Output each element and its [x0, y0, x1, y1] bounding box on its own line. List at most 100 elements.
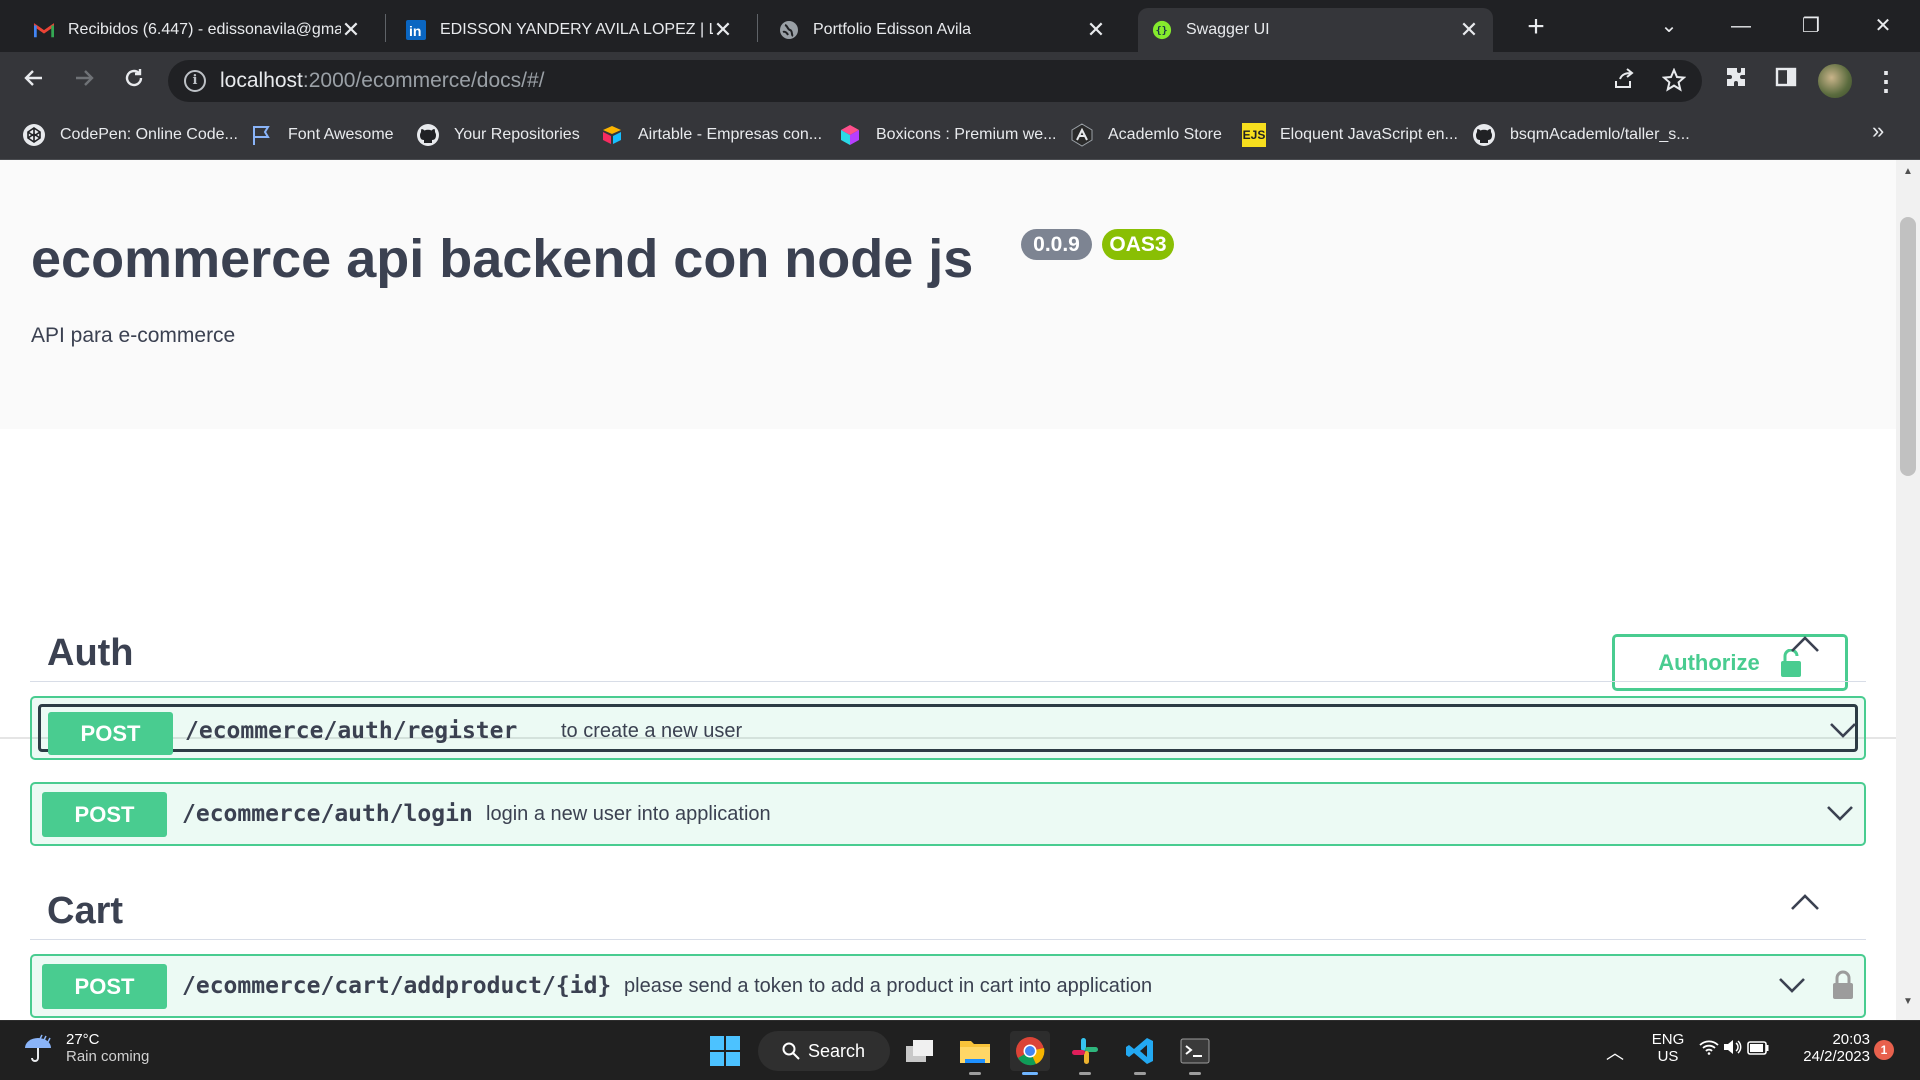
taskbar-chrome[interactable] [1010, 1031, 1050, 1075]
oas-badge: OAS3 [1102, 229, 1174, 260]
github-icon [1472, 123, 1496, 147]
battery-icon [1747, 1041, 1769, 1055]
taskbar-search[interactable]: Search [758, 1031, 890, 1071]
bookmark-eloquent-js[interactable]: EJS Eloquent JavaScript en... [1242, 120, 1458, 150]
bookmark-airtable[interactable]: Airtable - Empresas con... [600, 120, 822, 150]
opblock-post-login[interactable]: POST /ecommerce/auth/login login a new u… [30, 782, 1866, 846]
browser-toolbar: i localhost:2000/ecommerce/docs/#/ ⋮ [0, 52, 1920, 110]
forward-button[interactable] [66, 64, 102, 100]
tab-search-chevron-icon[interactable]: ⌄ [1646, 10, 1692, 42]
tab-title: Swagger UI [1186, 21, 1270, 38]
bookmark-label: Academlo Store [1108, 126, 1222, 143]
tag-auth-header[interactable]: Auth [30, 618, 1866, 682]
tab-portfolio[interactable]: Portfolio Edisson Avila ✕ [765, 8, 1120, 52]
new-tab-button[interactable]: + [1520, 12, 1552, 44]
menu-kebab-icon[interactable]: ⋮ [1870, 65, 1902, 97]
opblock-post-addproduct[interactable]: POST /ecommerce/cart/addproduct/{id} ple… [30, 954, 1866, 1018]
folder-icon [960, 1041, 990, 1063]
bookmark-academlo-store[interactable]: Academlo Store [1070, 120, 1222, 150]
scroll-thumb[interactable] [1900, 217, 1916, 476]
tab-gmail[interactable]: Recibidos (6.447) - edissonavila@gmail.c… [20, 8, 375, 52]
vscode-icon [1126, 1038, 1153, 1064]
start-button[interactable] [705, 1031, 745, 1071]
method-badge: POST [48, 712, 173, 755]
region: US [1657, 1048, 1679, 1065]
chevron-down-icon[interactable] [1778, 976, 1806, 994]
taskbar-file-explorer[interactable] [955, 1031, 995, 1075]
clock[interactable]: 20:03 24/2/2023 [1790, 1031, 1870, 1065]
page-viewport: ecommerce api backend con node js 0.0.9 … [0, 160, 1896, 1020]
api-info: ecommerce api backend con node js 0.0.9 … [0, 160, 1896, 429]
chevron-up-icon[interactable] [1790, 892, 1820, 912]
tab-title: EDISSON YANDERY AVILA LOPEZ | LinkedIn [440, 21, 713, 38]
running-indicator [1134, 1072, 1146, 1075]
tray-overflow-chevron-icon[interactable]: ︿ [1606, 1039, 1624, 1065]
side-panel-icon[interactable] [1770, 65, 1802, 97]
tag-cart-header[interactable]: Cart [30, 876, 1866, 940]
star-icon[interactable] [1661, 67, 1687, 99]
slack-icon [1072, 1038, 1098, 1064]
endpoint-summary: please send a token to add a product in … [624, 975, 1153, 997]
chevron-down-icon[interactable] [1829, 721, 1857, 739]
task-view-button[interactable] [900, 1031, 940, 1071]
back-button[interactable] [16, 64, 52, 100]
tab-linkedin[interactable]: in EDISSON YANDERY AVILA LOPEZ | LinkedI… [392, 8, 747, 52]
bookmark-your-repositories[interactable]: Your Repositories [416, 120, 580, 150]
minimize-button[interactable]: — [1718, 10, 1764, 42]
taskbar-vscode[interactable] [1120, 1031, 1160, 1075]
close-icon[interactable]: ✕ [713, 17, 733, 43]
windows-taskbar: 27°C Rain coming Search ︿ ENG US 20:03 2… [0, 1020, 1920, 1080]
taskbar-terminal[interactable] [1175, 1031, 1215, 1075]
profile-avatar[interactable] [1818, 64, 1852, 98]
endpoint-summary: to create a new user [561, 720, 743, 742]
tag-name: Auth [47, 632, 134, 674]
tab-swagger[interactable]: {} Swagger UI ✕ [1138, 8, 1493, 52]
close-icon[interactable]: ✕ [1086, 17, 1106, 43]
page-scrollbar[interactable]: ▲ ▼ [1896, 160, 1920, 1020]
restore-button[interactable]: ❐ [1788, 10, 1834, 42]
bookmark-bsqm-academlo[interactable]: bsqmAcademlo/taller_s... [1472, 120, 1690, 150]
site-info-icon[interactable]: i [184, 70, 206, 92]
url-host: localhost [220, 69, 303, 92]
opblock-summary[interactable]: POST /ecommerce/auth/register to create … [38, 704, 1858, 755]
api-title: ecommerce api backend con node js [31, 229, 974, 289]
tab-separator [757, 14, 758, 42]
rain-umbrella-icon [25, 1034, 51, 1062]
codepen-icon [22, 123, 46, 147]
close-window-button[interactable]: ✕ [1860, 10, 1906, 42]
weather-widget[interactable]: 27°C Rain coming [22, 1031, 149, 1065]
running-indicator [1189, 1072, 1201, 1075]
airtable-icon [600, 123, 624, 147]
boxicons-icon [838, 123, 862, 147]
search-label: Search [808, 1040, 866, 1061]
address-bar[interactable]: i localhost:2000/ecommerce/docs/#/ [168, 60, 1702, 102]
network-volume-battery[interactable] [1694, 1039, 1774, 1059]
chevron-down-icon[interactable] [1826, 804, 1854, 822]
lock-icon[interactable] [1832, 970, 1854, 1000]
scheme-container: Authorize [0, 429, 1896, 739]
bookmark-codepen[interactable]: CodePen: Online Code... [22, 120, 238, 150]
bookmark-boxicons[interactable]: Boxicons : Premium we... [838, 120, 1057, 150]
bookmark-label: Eloquent JavaScript en... [1280, 126, 1458, 143]
bookmark-font-awesome[interactable]: Font Awesome [250, 120, 394, 150]
close-icon[interactable]: ✕ [341, 17, 361, 43]
swagger-icon: {} [1152, 20, 1172, 40]
reload-button[interactable] [116, 64, 152, 100]
bookmarks-overflow-button[interactable]: » [1872, 118, 1884, 144]
opblock-post-register[interactable]: POST /ecommerce/auth/register to create … [30, 696, 1866, 760]
close-icon[interactable]: ✕ [1459, 17, 1479, 43]
windows-logo-icon [710, 1036, 740, 1066]
active-indicator [1022, 1072, 1038, 1075]
scroll-up-arrow-icon[interactable]: ▲ [1896, 166, 1920, 177]
share-icon[interactable] [1612, 68, 1636, 99]
taskbar-slack[interactable] [1065, 1031, 1105, 1075]
language-indicator[interactable]: ENG US [1644, 1031, 1692, 1065]
chevron-up-icon[interactable] [1790, 634, 1820, 654]
endpoint-path: /ecommerce/cart/addproduct/{id} [182, 973, 612, 999]
language: ENG [1651, 1031, 1685, 1048]
linkedin-icon: in [406, 20, 426, 40]
scroll-down-arrow-icon[interactable]: ▼ [1896, 996, 1920, 1007]
notification-badge[interactable]: 1 [1874, 1040, 1894, 1060]
extensions-icon[interactable] [1720, 65, 1752, 97]
endpoint-path: /ecommerce/auth/login [182, 801, 473, 827]
